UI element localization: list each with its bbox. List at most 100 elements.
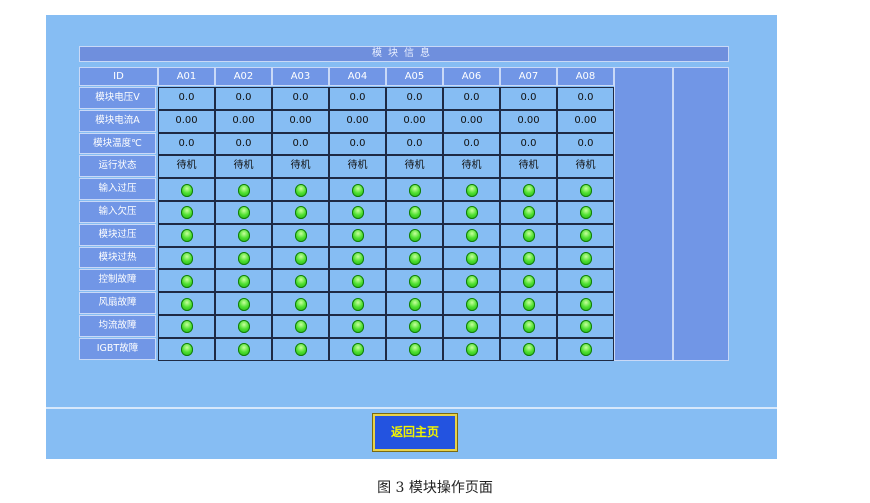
return-home-button[interactable]: 返回主页	[372, 413, 458, 452]
status-led-icon	[180, 297, 193, 311]
status-led-icon	[579, 183, 592, 197]
indicator-cell	[557, 178, 614, 201]
status-led-icon	[522, 343, 535, 357]
indicator-cell	[386, 246, 443, 270]
value-cell: 待机	[500, 155, 557, 179]
indicator-cell	[386, 201, 443, 224]
indicator-cell	[443, 292, 500, 315]
indicator-cell	[329, 223, 386, 247]
status-led-icon	[579, 274, 592, 288]
value-cell: 0.00	[557, 109, 614, 133]
id-header: ID	[79, 67, 158, 86]
status-led-icon	[237, 206, 250, 220]
row-label: 模块电压V	[79, 87, 156, 109]
value-cell: 0.0	[329, 87, 386, 110]
indicator-cell	[443, 178, 500, 201]
row-label: 模块温度℃	[79, 132, 156, 155]
value-cell: 0.00	[386, 109, 443, 133]
value-cell: 0.0	[500, 132, 557, 156]
indicator-cell	[500, 246, 557, 270]
indicator-cell	[215, 223, 272, 247]
value-cell: 0.00	[215, 109, 272, 133]
indicator-cell	[215, 269, 272, 293]
indicator-cell	[329, 246, 386, 270]
status-led-icon	[465, 206, 478, 220]
status-led-icon	[579, 343, 592, 357]
status-led-icon	[408, 297, 421, 311]
status-led-icon	[522, 206, 535, 220]
indicator-cell	[215, 201, 272, 224]
indicator-cell	[158, 223, 215, 247]
status-led-icon	[522, 274, 535, 288]
indicator-cell	[158, 201, 215, 224]
value-cell: 0.00	[443, 109, 500, 133]
indicator-cell	[272, 201, 329, 224]
status-led-icon	[237, 297, 250, 311]
status-led-icon	[237, 229, 250, 243]
value-cell: 0.0	[215, 132, 272, 156]
status-led-icon	[180, 343, 193, 357]
value-cell: 待机	[443, 155, 500, 179]
status-led-icon	[579, 229, 592, 243]
empty-column	[614, 67, 673, 361]
column-header-A07: A07	[500, 67, 557, 86]
indicator-cell	[158, 292, 215, 315]
status-led-icon	[180, 183, 193, 197]
value-cell: 0.00	[158, 109, 215, 133]
status-led-icon	[522, 320, 535, 334]
status-led-icon	[579, 251, 592, 265]
indicator-cell	[557, 269, 614, 293]
column-header-A01: A01	[158, 67, 215, 86]
indicator-cell	[272, 246, 329, 270]
status-led-icon	[465, 320, 478, 334]
indicator-cell	[329, 337, 386, 361]
status-led-icon	[351, 206, 364, 220]
indicator-cell	[443, 201, 500, 224]
status-led-icon	[294, 229, 307, 243]
status-led-icon	[351, 251, 364, 265]
status-led-icon	[180, 274, 193, 288]
indicator-cell	[500, 315, 557, 338]
indicator-cell	[215, 292, 272, 315]
status-led-icon	[351, 297, 364, 311]
status-led-icon	[351, 320, 364, 334]
status-led-icon	[465, 343, 478, 357]
status-led-icon	[180, 206, 193, 220]
status-led-icon	[294, 251, 307, 265]
indicator-cell	[557, 315, 614, 338]
divider	[46, 407, 777, 409]
indicator-cell	[272, 315, 329, 338]
value-cell: 0.00	[500, 109, 557, 133]
indicator-cell	[386, 269, 443, 293]
status-led-icon	[579, 206, 592, 220]
value-cell: 0.0	[158, 87, 215, 110]
column-header-A02: A02	[215, 67, 272, 86]
indicator-cell	[158, 246, 215, 270]
indicator-cell	[500, 201, 557, 224]
status-led-icon	[465, 183, 478, 197]
column-header-A08: A08	[557, 67, 614, 86]
row-label: 输入欠压	[79, 201, 156, 223]
value-cell: 待机	[386, 155, 443, 179]
value-cell: 待机	[557, 155, 614, 179]
column-header-A05: A05	[386, 67, 443, 86]
indicator-cell	[443, 269, 500, 293]
status-led-icon	[237, 183, 250, 197]
column-header-A04: A04	[329, 67, 386, 86]
indicator-cell	[158, 315, 215, 338]
value-cell: 0.0	[272, 87, 329, 110]
status-led-icon	[294, 343, 307, 357]
indicator-cell	[386, 178, 443, 201]
value-cell: 0.0	[272, 132, 329, 156]
status-led-icon	[522, 229, 535, 243]
value-cell: 0.0	[215, 87, 272, 110]
indicator-cell	[386, 223, 443, 247]
indicator-cell	[443, 337, 500, 361]
column-header-A03: A03	[272, 67, 329, 86]
row-label: 风扇故障	[79, 292, 156, 314]
column-header-A06: A06	[443, 67, 500, 86]
status-led-icon	[465, 297, 478, 311]
indicator-cell	[272, 178, 329, 201]
indicator-cell	[158, 269, 215, 293]
status-led-icon	[237, 251, 250, 265]
